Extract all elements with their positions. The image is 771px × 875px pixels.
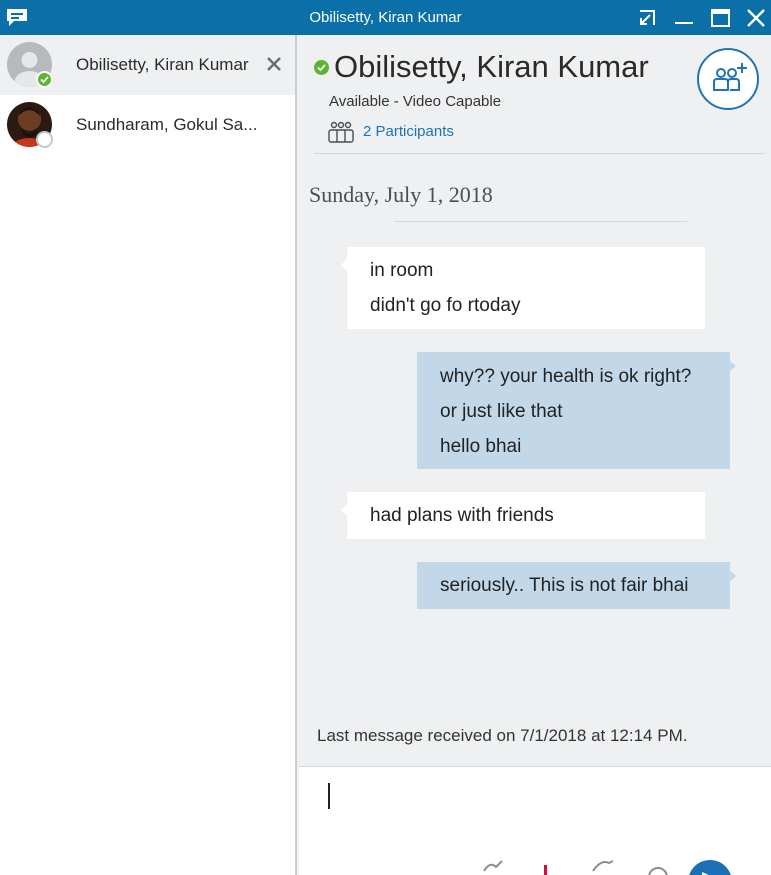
participants-link[interactable]: 2 Participants: [363, 123, 454, 140]
ink-marker: [544, 865, 547, 875]
conversation-item-sundharam[interactable]: Sundharam, Gokul Sa...: [0, 95, 295, 155]
message-bubble-outgoing[interactable]: why?? your health is ok right? or just l…: [417, 352, 736, 469]
message-bubble-outgoing[interactable]: seriously.. This is not fair bhai: [417, 562, 736, 609]
message-line: didn't go fo rtoday: [370, 295, 521, 316]
last-message-info: Last message received on 7/1/2018 at 12:…: [317, 726, 688, 745]
presence-unknown-icon: [36, 131, 53, 148]
close-icon[interactable]: [745, 8, 767, 28]
message-line: had plans with friends: [370, 505, 554, 526]
message-line: hello bhai: [440, 436, 522, 457]
close-conversation-icon[interactable]: [265, 55, 283, 73]
send-icon: [702, 872, 709, 875]
message-bubble-incoming[interactable]: in room didn't go fo rtoday: [341, 247, 705, 329]
conversation-date: Sunday, July 1, 2018: [309, 182, 493, 207]
header-divider: [314, 153, 765, 154]
add-participants-button[interactable]: [697, 48, 759, 110]
conversation-name: Sundharam, Gokul Sa...: [76, 115, 258, 134]
text-caret: [328, 783, 330, 809]
conversation-list: Obilisetty, Kiran Kumar Sundharam, Gokul…: [0, 35, 297, 875]
send-button[interactable]: [688, 860, 732, 875]
conversation-item-obilisetty[interactable]: Obilisetty, Kiran Kumar: [0, 35, 295, 95]
date-divider: [394, 221, 687, 222]
participants-icon[interactable]: [327, 121, 355, 143]
emoticon-icon[interactable]: [647, 866, 669, 875]
presence-available-icon: [314, 60, 329, 75]
add-people-icon: [713, 63, 747, 91]
message-line: in room: [370, 260, 434, 281]
pen-icon[interactable]: [482, 859, 504, 873]
conversation-name: Obilisetty, Kiran Kumar: [76, 55, 249, 74]
title-bar: Obilisetty, Kiran Kumar: [0, 0, 771, 35]
maximize-icon[interactable]: [710, 8, 732, 28]
contact-status: Available - Video Capable: [329, 93, 502, 110]
contact-name[interactable]: Obilisetty, Kiran Kumar: [334, 49, 649, 85]
message-line: why?? your health is ok right?: [440, 366, 692, 387]
message-line: or just like that: [440, 401, 563, 422]
conversation-pane: Obilisetty, Kiran Kumar Available - Vide…: [299, 35, 771, 875]
popout-icon[interactable]: [636, 8, 658, 28]
message-compose-area[interactable]: [299, 766, 771, 875]
handwriting-icon[interactable]: [591, 859, 615, 873]
message-line: seriously.. This is not fair bhai: [440, 575, 689, 596]
minimize-icon[interactable]: [673, 8, 695, 28]
presence-available-icon: [36, 71, 53, 88]
message-bubble-incoming[interactable]: had plans with friends: [341, 492, 705, 539]
